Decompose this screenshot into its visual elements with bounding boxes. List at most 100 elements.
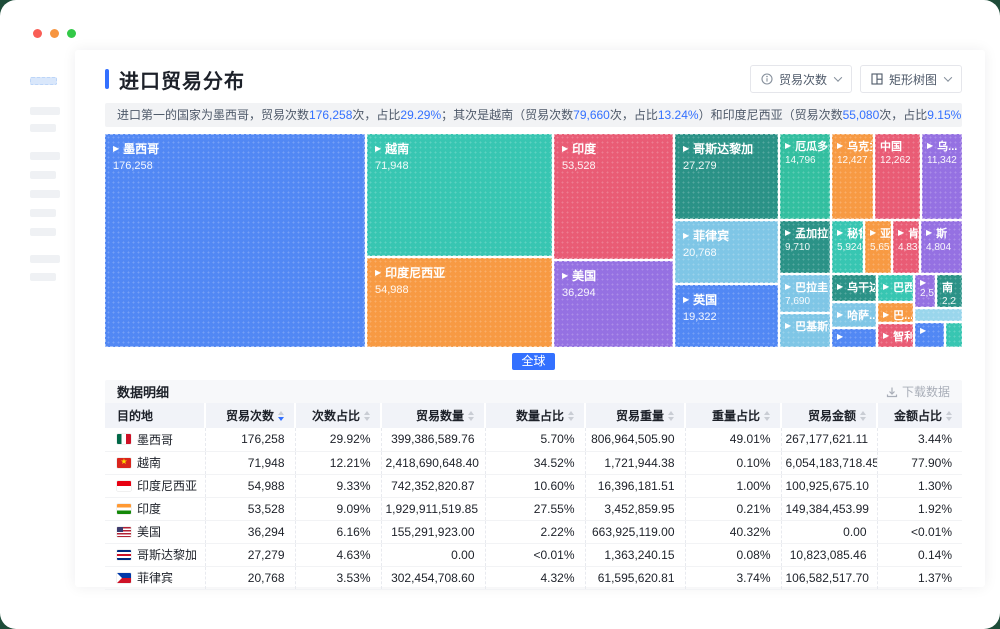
treemap-node[interactable] <box>915 309 962 321</box>
treemap-node[interactable]: ▶ <box>915 323 944 347</box>
expand-arrow-icon: ▶ <box>375 145 381 153</box>
download-icon <box>886 386 898 398</box>
treemap-icon <box>871 73 883 85</box>
treemap-node-乌干达[interactable]: ▶乌干达 <box>832 275 876 301</box>
treemap-node-value: 14,796 <box>785 155 825 166</box>
treemap-node[interactable]: ▶2,5 <box>915 275 935 307</box>
data-cell: 27.55% <box>485 497 585 520</box>
column-header-贸易数量[interactable]: 贸易数量 <box>381 403 485 428</box>
expand-arrow-icon: ▶ <box>926 229 932 237</box>
country-name: 印度 <box>137 500 161 517</box>
sort-carets-icon[interactable] <box>946 411 952 421</box>
table-row-墨西哥: 墨西哥176,25829.92%399,386,589.765.70%806,9… <box>105 428 962 451</box>
treemap-node-乌...[interactable]: ▶乌...11,342 <box>922 134 962 219</box>
sidebar-item-placeholder[interactable] <box>30 209 56 217</box>
sidebar-item-placeholder[interactable] <box>30 77 57 85</box>
country-flag-icon-ph <box>117 573 131 583</box>
minimize-window-button[interactable] <box>50 29 59 38</box>
sort-carets-icon[interactable] <box>364 411 370 421</box>
destination-cell: 哥斯达黎加 <box>105 543 205 566</box>
sort-carets-icon[interactable] <box>860 411 866 421</box>
treemap-node-label: 菲律宾 <box>693 227 729 244</box>
treemap-node-巴基斯坦[interactable]: ▶巴基斯坦 <box>780 314 830 347</box>
treemap-node-label: 巴基斯坦 <box>795 318 830 334</box>
sidebar-item-placeholder[interactable] <box>30 255 60 263</box>
sidebar-item-placeholder[interactable] <box>30 152 60 160</box>
data-cell: 0.08% <box>685 543 781 566</box>
sidebar-item-placeholder[interactable] <box>30 273 56 281</box>
sort-carets-icon[interactable] <box>764 411 770 421</box>
treemap-node-value: 36,294 <box>562 287 665 299</box>
treemap-node-巴...[interactable]: ▶巴... <box>878 303 913 322</box>
summary-text: 进口第一的国家为墨西哥，贸易次数 <box>117 108 309 122</box>
treemap-node-value: 2,2 <box>942 296 957 307</box>
treemap-node-肯[interactable]: ▶肯4,836 <box>893 221 919 273</box>
treemap-node-智利[interactable]: ▶智利 <box>878 324 913 347</box>
download-data-button[interactable]: 下载数据 <box>886 383 950 400</box>
data-cell: 100,925,675.10 <box>781 474 877 497</box>
summary-text: 次，占比 <box>879 108 927 122</box>
column-header-label: 次数占比 <box>312 407 360 424</box>
treemap-node[interactable] <box>946 323 962 347</box>
treemap-node-巴拉圭[interactable]: ▶巴拉圭7,690 <box>780 275 830 312</box>
data-cell: 54,988 <box>205 474 295 497</box>
treemap-node-印度尼西亚[interactable]: ▶印度尼西亚54,988 <box>367 258 552 347</box>
treemap-node-label: 巴西 <box>893 279 913 295</box>
metric-select[interactable]: 贸易次数 <box>750 65 852 93</box>
column-header-金额占比[interactable]: 金额占比 <box>877 403 962 428</box>
treemap-node-value: 71,948 <box>375 160 544 172</box>
sort-carets-icon[interactable] <box>668 411 674 421</box>
sidebar-item-placeholder[interactable] <box>30 228 56 236</box>
data-cell: 3.44% <box>877 428 962 451</box>
column-header-贸易金额[interactable]: 贸易金额 <box>781 403 877 428</box>
data-cell: <0.01% <box>485 543 585 566</box>
sort-carets-icon[interactable] <box>278 411 284 421</box>
data-cell: 2.22% <box>485 520 585 543</box>
treemap-node-哈萨...[interactable]: ▶哈萨... <box>832 303 876 327</box>
treemap-node-巴西[interactable]: ▶巴西 <box>878 275 913 301</box>
sidebar-item-placeholder[interactable] <box>30 190 60 198</box>
summary-text: 次，占比 <box>610 108 658 122</box>
sidebar-item-placeholder[interactable] <box>30 107 60 115</box>
expand-arrow-icon: ▶ <box>837 283 843 291</box>
treemap-node-哥斯达黎加[interactable]: ▶哥斯达黎加27,279 <box>675 134 778 219</box>
treemap-node-乌克兰[interactable]: ▶乌克兰12,427 <box>832 134 873 219</box>
column-header-次数占比[interactable]: 次数占比 <box>295 403 381 428</box>
treemap-node-墨西哥[interactable]: ▶墨西哥176,258 <box>105 134 365 347</box>
treemap-node-印度[interactable]: ▶印度53,528 <box>554 134 673 259</box>
destination-cell: 越南 <box>105 451 205 474</box>
sort-carets-icon[interactable] <box>468 411 474 421</box>
column-header-label: 贸易数量 <box>416 407 464 424</box>
data-cell: 6.16% <box>295 520 381 543</box>
main-panel: 进口贸易分布 贸易次数 矩形树图 进口第一的国家为墨西哥，贸易次数176,258… <box>75 50 985 587</box>
breadcrumb-global-button[interactable]: 全球 <box>512 353 554 370</box>
treemap-chart: ▶墨西哥176,258▶越南71,948▶印度尼西亚54,988▶印度53,52… <box>105 134 962 347</box>
treemap-node-厄瓜多尔[interactable]: ▶厄瓜多尔14,796 <box>780 134 830 219</box>
chart-type-select[interactable]: 矩形树图 <box>860 65 962 93</box>
treemap-node-孟加拉国[interactable]: ▶孟加拉国9,710 <box>780 221 830 273</box>
treemap-node-越南[interactable]: ▶越南71,948 <box>367 134 552 256</box>
column-header-贸易次数[interactable]: 贸易次数 <box>205 403 295 428</box>
treemap-node-斯[interactable]: ▶斯4,804 <box>921 221 962 273</box>
treemap-node-label: 哥斯达黎加 <box>693 140 753 157</box>
treemap-node[interactable]: ▶ <box>832 329 876 347</box>
treemap-node-英国[interactable]: ▶英国19,322 <box>675 285 778 347</box>
treemap-node-菲律宾[interactable]: ▶菲律宾20,768 <box>675 221 778 283</box>
sidebar-item-placeholder[interactable] <box>30 124 56 132</box>
sidebar-item-placeholder[interactable] <box>30 171 56 179</box>
treemap-node-中国[interactable]: 中国12,262 <box>875 134 920 219</box>
treemap-node-亚[interactable]: ▶亚5,650 <box>865 221 891 273</box>
expand-arrow-icon: ▶ <box>920 327 926 335</box>
treemap-node-南[interactable]: 南2,2 <box>937 275 962 307</box>
treemap-node-美国[interactable]: ▶美国36,294 <box>554 261 673 347</box>
column-header-贸易重量[interactable]: 贸易重量 <box>585 403 685 428</box>
app-window: 进口贸易分布 贸易次数 矩形树图 进口第一的国家为墨西哥，贸易次数176,258… <box>0 0 1000 629</box>
sort-carets-icon[interactable] <box>568 411 574 421</box>
column-header-重量占比[interactable]: 重量占比 <box>685 403 781 428</box>
treemap-node-label: 英国 <box>693 291 717 308</box>
data-cell: 40.32% <box>685 520 781 543</box>
maximize-window-button[interactable] <box>67 29 76 38</box>
treemap-node-秘鲁[interactable]: ▶秘鲁5,924 <box>832 221 863 273</box>
close-window-button[interactable] <box>33 29 42 38</box>
column-header-数量占比[interactable]: 数量占比 <box>485 403 585 428</box>
